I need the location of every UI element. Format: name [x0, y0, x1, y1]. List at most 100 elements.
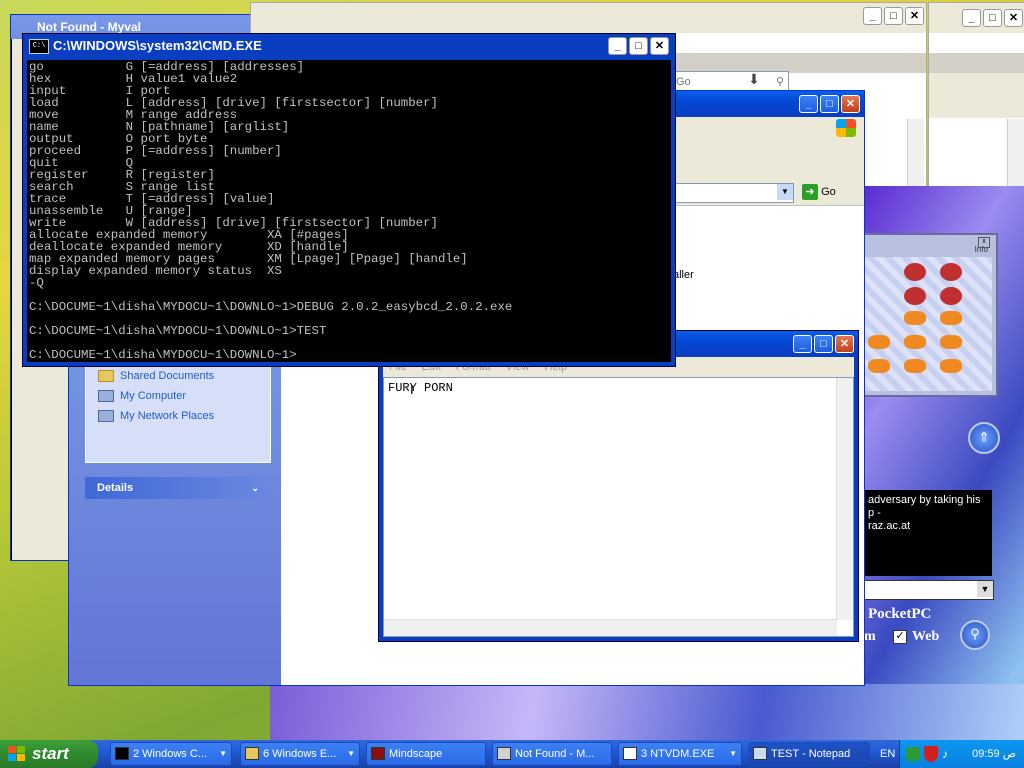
volume-icon[interactable]: ♪ — [942, 747, 948, 761]
browser-scrollbar[interactable] — [907, 119, 924, 189]
cmd-title: C:\WINDOWS\system32\CMD.EXE — [53, 38, 262, 53]
taskbar-item-label: TEST - Notepad — [771, 748, 851, 760]
maximize-button[interactable]: □ — [814, 335, 833, 353]
text-cursor-icon: I — [410, 382, 414, 397]
taskbar-item-mindscape[interactable]: Mindscape — [366, 742, 486, 766]
console-line: C:\DOCUME~1\disha\MYDOCU~1\DOWNLO~1> — [29, 348, 297, 362]
folder-icon — [98, 370, 114, 382]
notepad-editor[interactable]: FURY PORN I — [383, 377, 854, 637]
close-button[interactable]: ✕ — [841, 95, 860, 113]
console-line: display expanded memory status XS — [29, 264, 282, 278]
browser-search-box[interactable]: Go ⚲ — [671, 71, 789, 91]
minimize-button[interactable]: _ — [608, 37, 627, 55]
details-header[interactable]: Details ⌄ — [85, 477, 269, 499]
snippet-line: raz.ac.at — [868, 520, 911, 532]
minimize-button[interactable]: _ — [793, 335, 812, 353]
cmd-window[interactable]: C:\ C:\WINDOWS\system32\CMD.EXE _ □ ✕ go G… — [22, 33, 676, 367]
console-line: C:\DOCUME~1\disha\MYDOCU~1\DOWNLO~1>TEST — [29, 324, 327, 338]
mindscape-icon — [371, 747, 385, 760]
browser-window-right[interactable]: _ □ ✕ — [928, 2, 1024, 189]
taskbar-item-ntvdm[interactable]: 3 NTVDM.EXE ▼ — [618, 742, 742, 766]
clock[interactable]: 09:59 ص — [972, 740, 1016, 768]
chevron-down-icon: ▼ — [729, 749, 737, 758]
maximize-button[interactable]: □ — [629, 37, 648, 55]
pocketpc-text-panel: adversary by taking his p - raz.ac.at — [862, 490, 992, 576]
minimize-button[interactable]: _ — [962, 9, 981, 27]
chevron-down-icon[interactable]: ▼ — [777, 184, 793, 200]
taskbar-item-label: 6 Windows E... — [263, 748, 337, 760]
pocketpc-dropdown[interactable]: ▼ — [862, 580, 994, 600]
taskbar-item-notepad[interactable]: TEST - Notepad — [748, 742, 870, 766]
other-place-label: My Computer — [120, 390, 187, 402]
taskbar-item-label: 2 Windows C... — [133, 748, 207, 760]
close-button[interactable]: ✕ — [650, 37, 669, 55]
browser-scrollbar[interactable] — [1007, 119, 1024, 189]
snippet-line: p - — [868, 507, 881, 519]
go-arrow-icon: ➜ — [802, 184, 818, 201]
folder-icon — [245, 747, 259, 760]
web-checkbox[interactable]: ✓ — [893, 630, 907, 644]
taskbar-item-explorer-group[interactable]: 6 Windows E... ▼ — [240, 742, 360, 766]
explorer-file-text: aller — [673, 269, 694, 281]
notepad-icon — [753, 747, 767, 760]
console-line: -Q — [29, 276, 44, 290]
window-icon — [623, 747, 637, 760]
system-tray: ♪ 09:59 ص — [899, 740, 1024, 768]
details-label: Details — [97, 482, 134, 494]
go-button[interactable]: ➜ Go — [802, 183, 858, 201]
computer-icon — [98, 390, 114, 402]
scroll-up-icon[interactable]: ⇑ — [968, 422, 1000, 454]
other-place-my-computer[interactable]: My Computer — [86, 386, 270, 406]
maximize-button[interactable]: □ — [983, 9, 1002, 27]
myvnc-title: Not Found - Myval — [37, 20, 141, 34]
go-label: Go — [821, 186, 836, 198]
network-places-icon — [98, 410, 114, 422]
windows-logo-icon — [836, 119, 856, 137]
search-icon[interactable]: ⚲ — [960, 620, 990, 650]
pocketpc-game-panel: Info x — [858, 233, 998, 397]
security-shield-icon[interactable] — [924, 746, 938, 762]
taskbar-item-label: Mindscape — [389, 748, 443, 760]
windows-flag-icon — [8, 746, 26, 762]
taskbar-item-label: Not Found - M... — [515, 748, 595, 760]
web-label: Web — [912, 629, 940, 644]
minimize-button[interactable]: _ — [863, 7, 882, 25]
pocketpc-m-label: m — [864, 629, 876, 644]
minimize-button[interactable]: _ — [799, 95, 818, 113]
cmd-titlebar[interactable]: C:\WINDOWS\system32\CMD.EXE — [23, 34, 675, 58]
start-label: start — [32, 744, 69, 763]
pocketpc-close-button[interactable]: x — [978, 237, 990, 248]
other-place-label: Shared Documents — [120, 370, 215, 382]
maximize-button[interactable]: □ — [820, 95, 839, 113]
start-button[interactable]: start — [0, 740, 98, 768]
taskbar-item-cmd-group[interactable]: 2 Windows C... ▼ — [110, 742, 232, 766]
other-place-my-network-places[interactable]: My Network Places — [86, 406, 270, 426]
chevron-down-icon[interactable]: ▼ — [977, 581, 993, 597]
game-board[interactable] — [864, 257, 992, 391]
taskbar-item-label: 3 NTVDM.EXE — [641, 748, 715, 760]
desktop-wallpaper-swirl — [270, 684, 1024, 741]
notepad-window[interactable]: _ □ ✕ File Edit Format View Help FURY PORN… — [378, 330, 859, 642]
horizontal-scrollbar[interactable] — [384, 619, 837, 636]
notepad-content[interactable]: FURY PORN — [388, 381, 453, 395]
cmd-icon — [115, 747, 129, 760]
close-button[interactable]: ✕ — [1004, 9, 1023, 27]
taskbar-item-not-found[interactable]: Not Found - M... — [492, 742, 612, 766]
chevron-down-icon: ▼ — [347, 749, 355, 758]
taskbar: start 2 Windows C... ▼ 6 Windows E... ▼ Mi… — [0, 740, 1024, 768]
close-button[interactable]: ✕ — [905, 7, 924, 25]
other-place-label: My Network Places — [120, 410, 215, 422]
browser-search-go: Go — [676, 76, 691, 88]
browser-icon — [497, 747, 511, 760]
language-indicator[interactable]: EN — [880, 740, 895, 768]
search-icon: ⚲ — [775, 76, 784, 88]
other-place-shared-documents[interactable]: Shared Documents — [86, 366, 270, 386]
download-icon[interactable]: ⬇ — [741, 71, 767, 91]
close-button[interactable]: ✕ — [835, 335, 854, 353]
vertical-scrollbar[interactable] — [836, 378, 853, 620]
chevron-down-icon: ▼ — [219, 749, 227, 758]
chevron-down-icon: ⌄ — [251, 483, 259, 493]
network-icon[interactable] — [906, 747, 920, 761]
maximize-button[interactable]: □ — [884, 7, 903, 25]
console-output[interactable]: go G [=address] [addresses] hex H value1 … — [27, 60, 671, 362]
